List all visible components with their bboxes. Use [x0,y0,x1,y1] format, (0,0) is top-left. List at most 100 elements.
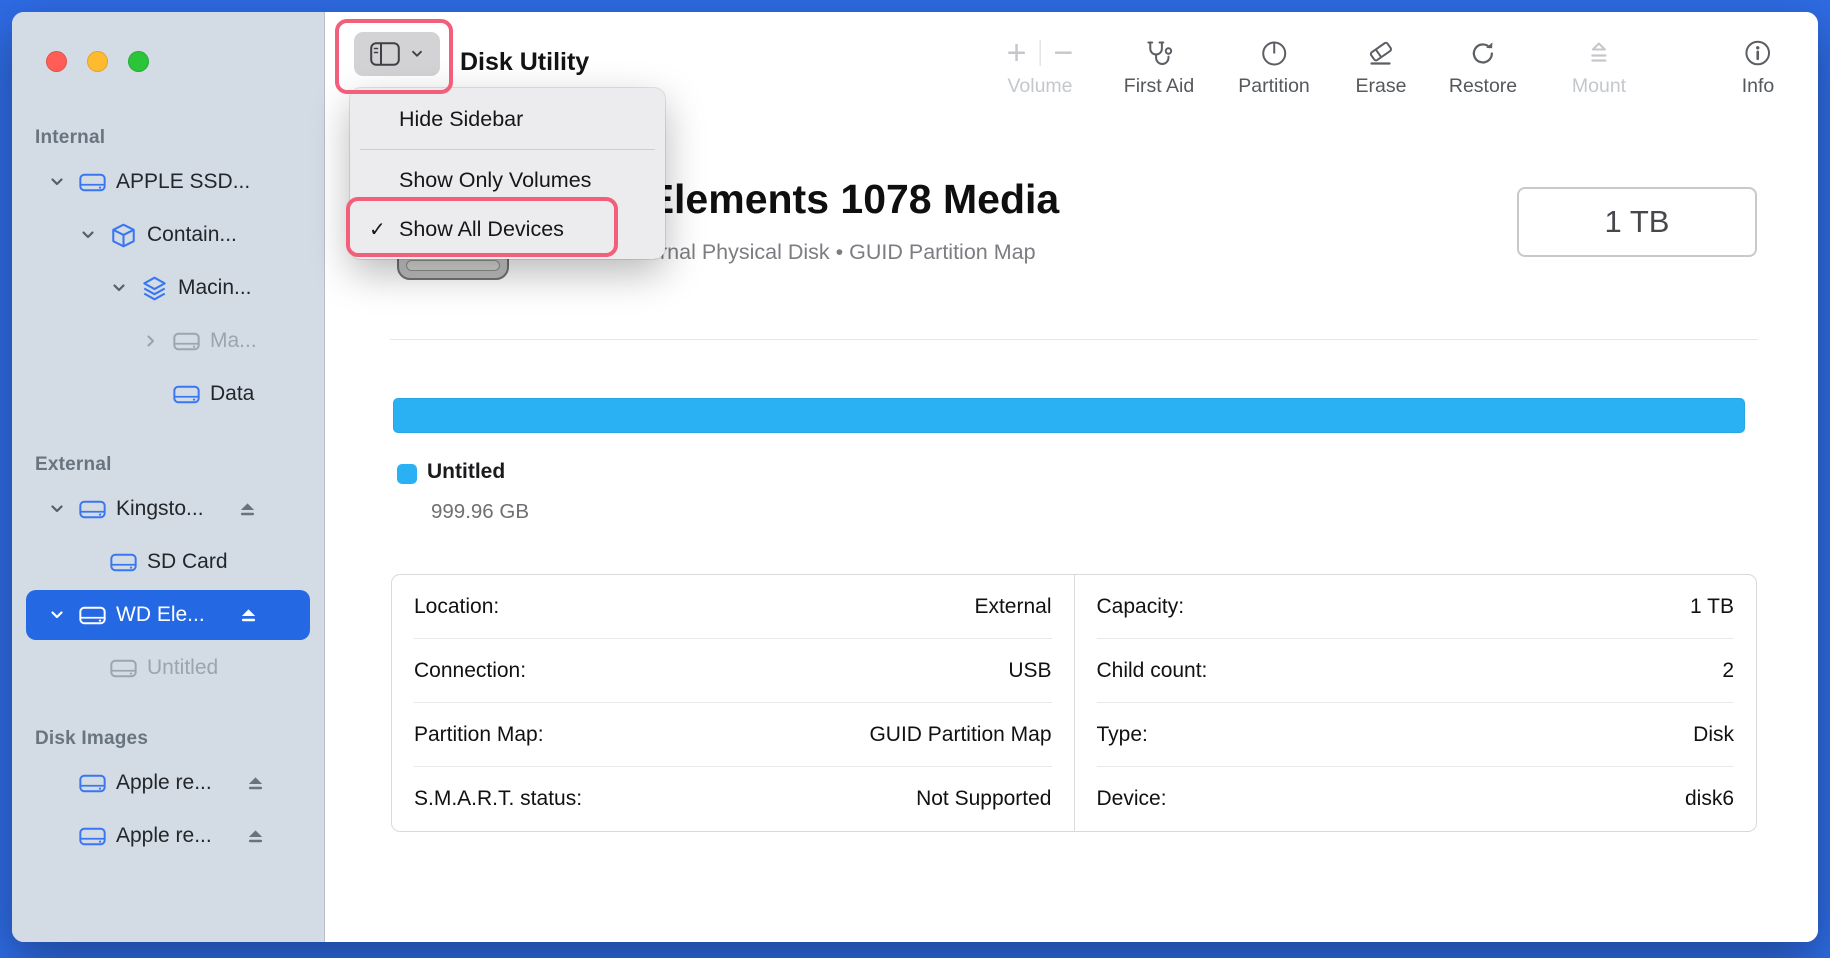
detail-row: Type: Disk [1097,703,1735,767]
chevron-down-icon[interactable] [73,227,103,243]
chevron-right-icon[interactable] [136,333,166,349]
chevron-down-icon[interactable] [42,607,72,623]
detail-label: S.M.A.R.T. status: [414,787,582,811]
chevron-down-icon [410,47,424,61]
sidebar-item-macintosh-hd[interactable]: Macin... [26,263,310,313]
checkmark-icon: ✓ [369,217,386,242]
menu-separator [360,149,655,150]
legend-volume-size: 999.96 GB [431,500,529,524]
mount-button: Mount [1572,34,1626,98]
window-title: Disk Utility [460,48,589,77]
sidebar-item-sd-card[interactable]: SD Card [26,537,310,587]
legend-swatch [397,464,417,484]
detail-value: GUID Partition Map [869,723,1051,747]
detail-value: External [974,595,1051,619]
detail-value: Not Supported [916,787,1051,811]
eject-icon[interactable] [246,775,265,792]
zoom-button[interactable] [128,51,149,72]
detail-value: disk6 [1685,787,1734,811]
eject-icon[interactable] [239,607,258,624]
sidebar-section-internal: Internal [12,122,324,154]
drive-icon [78,773,106,794]
menu-item-label: Show All Devices [399,217,564,242]
divider [390,339,1758,340]
drive-icon [78,172,106,193]
drive-icon [78,499,106,520]
chevron-down-icon[interactable] [104,280,134,296]
device-details-table: Location: External Connection: USB Parti… [391,574,1757,832]
drive-icon [78,605,106,626]
detail-label: Location: [414,595,499,619]
sidebar-item-label: Kingsto... [116,497,204,521]
drive-icon [172,331,200,352]
sidebar-item-label: WD Ele... [116,603,205,627]
sidebar-item-apple-ssd[interactable]: APPLE SSD... [26,157,310,207]
eject-icon[interactable] [246,828,265,845]
sidebar-item-macintosh-hd-volume[interactable]: Ma... [26,316,310,366]
restore-arrow-icon [1449,34,1517,72]
remove-volume-button: − [1054,36,1074,70]
sidebar-toggle-button[interactable] [354,32,440,76]
drive-icon [78,826,106,847]
main-content: Disk Utility + − Volume First Aid Partit… [325,12,1818,942]
sidebar-item-apple-read-only-2[interactable]: Apple re... [26,811,310,861]
sidebar-view-menu: Hide Sidebar Show Only Volumes ✓ Show Al… [350,88,665,259]
menu-item-hide-sidebar[interactable]: Hide Sidebar [350,97,665,141]
info-button[interactable]: Info [1742,34,1775,98]
sidebar: Internal APPLE SSD... Contain... Macin..… [12,12,325,942]
chevron-down-icon[interactable] [42,174,72,190]
detail-value: USB [1008,659,1051,683]
info-circle-icon [1742,34,1775,72]
sidebar-item-kingston[interactable]: Kingsto... [26,484,310,534]
detail-label: Child count: [1097,659,1208,683]
sidebar-icon [370,42,400,66]
sidebar-item-label: Macin... [178,276,252,300]
divider [1040,40,1041,66]
detail-value: 1 TB [1690,595,1734,619]
menu-item-show-only-volumes[interactable]: Show Only Volumes [350,158,665,202]
close-button[interactable] [46,51,67,72]
detail-row: Child count: 2 [1097,639,1735,703]
sidebar-item-label: SD Card [147,550,228,574]
sidebar-section-disk-images: Disk Images [12,723,324,755]
sidebar-item-wd-elements[interactable]: WD Ele... [26,590,310,640]
detail-value: Disk [1693,723,1734,747]
sidebar-item-untitled[interactable]: Untitled [26,643,310,693]
detail-row: Location: External [414,575,1052,639]
capacity-badge: 1 TB [1517,187,1757,257]
eraser-icon [1356,34,1407,72]
toolbar-volume-group: + − Volume [1007,34,1074,98]
detail-row: Connection: USB [414,639,1052,703]
sidebar-item-label: Untitled [147,656,218,680]
details-left-column: Location: External Connection: USB Parti… [392,575,1074,831]
chevron-down-icon[interactable] [42,501,72,517]
eject-icon[interactable] [238,501,257,518]
sidebar-item-label: Data [210,382,254,406]
partition-button[interactable]: Partition [1238,34,1310,98]
detail-row: Partition Map: GUID Partition Map [414,703,1052,767]
sidebar-item-container[interactable]: Contain... [26,210,310,260]
add-volume-button: + [1007,36,1027,70]
first-aid-button[interactable]: First Aid [1124,34,1194,98]
sidebar-item-label: Apple re... [116,824,212,848]
details-right-column: Capacity: 1 TB Child count: 2 Type: Disk… [1075,575,1757,831]
restore-button[interactable]: Restore [1449,34,1517,98]
menu-item-show-all-devices[interactable]: ✓ Show All Devices [350,206,665,252]
legend-volume-name: Untitled [427,460,505,484]
capacity-bar [393,398,1745,433]
sidebar-section-external: External [12,449,324,481]
detail-label: Capacity: [1097,595,1185,619]
detail-label: Type: [1097,723,1148,747]
pie-chart-icon [1238,34,1310,72]
drive-icon [172,384,200,405]
minimize-button[interactable] [87,51,108,72]
sidebar-item-label: Apple re... [116,771,212,795]
erase-button[interactable]: Erase [1356,34,1407,98]
stethoscope-icon [1124,34,1194,72]
drive-icon [109,658,137,679]
window-controls [46,51,149,72]
sidebar-item-apple-read-only-1[interactable]: Apple re... [26,758,310,808]
mount-icon [1572,34,1626,72]
detail-label: Device: [1097,787,1167,811]
sidebar-item-data[interactable]: Data [26,369,310,419]
